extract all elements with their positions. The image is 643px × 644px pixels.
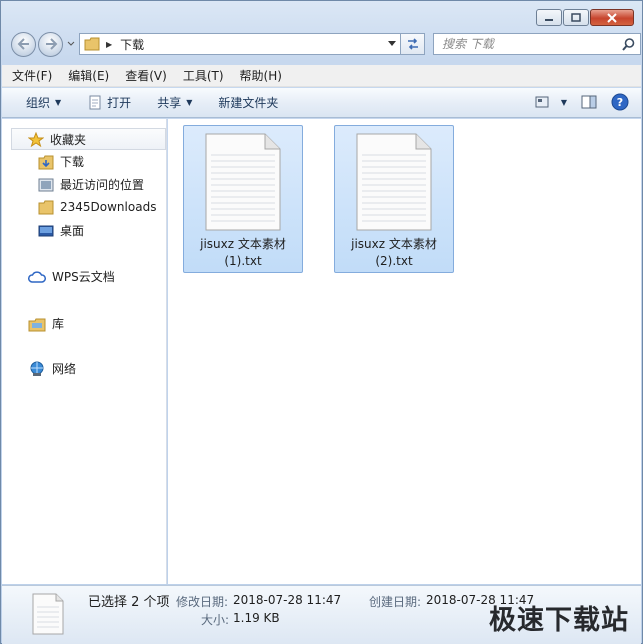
search-icon[interactable] — [622, 38, 635, 51]
nav-item-label: 最近访问的位置 — [60, 178, 145, 192]
open-button[interactable]: 打开 — [87, 94, 131, 111]
file-name: jisuxz 文本素材 (1).txt — [184, 236, 302, 270]
close-icon — [607, 12, 617, 23]
new-folder-label: 新建文件夹 — [218, 96, 279, 110]
chevron-down-icon — [67, 41, 75, 46]
file-list: jisuxz 文本素材 (1).txt jisuxz 文本素材 (2).txt — [168, 119, 641, 584]
menu-tools[interactable]: 工具(T) — [183, 67, 224, 84]
nav-library[interactable]: 库 — [28, 315, 64, 332]
navigation-pane: 收藏夹 下载 最近访问的位置 2345Downloads 桌面 WPS云文档 库… — [2, 119, 167, 584]
share-button[interactable]: 共享 ▼ — [157, 94, 192, 111]
details-pane: 已选择 2 个项 修改日期: 2018-07-28 11:47 创建日期: 20… — [2, 585, 641, 644]
nav-item-recent-places[interactable]: 最近访问的位置 — [38, 176, 144, 193]
nav-network-label: 网络 — [52, 362, 77, 376]
chevron-down-icon: ▼ — [186, 98, 193, 107]
star-icon — [28, 131, 44, 147]
organize-label: 组织 — [26, 96, 51, 110]
file-item[interactable]: jisuxz 文本素材 (2).txt — [334, 125, 454, 273]
modified-date-value: 2018-07-28 11:47 — [233, 593, 342, 607]
nav-item-label: 下载 — [60, 155, 85, 169]
maximize-icon — [571, 13, 581, 22]
search-box[interactable] — [433, 33, 641, 55]
chevron-down-icon[interactable]: ▼ — [561, 98, 567, 107]
view-options-icon — [535, 96, 549, 108]
forward-arrow-icon — [45, 38, 57, 50]
file-name-line: jisuxz 文本素材 — [200, 237, 286, 251]
library-icon — [28, 316, 46, 332]
menu-view[interactable]: 查看(V) — [125, 67, 167, 84]
address-dropdown-icon[interactable] — [388, 41, 396, 47]
nav-wps-label: WPS云文档 — [52, 270, 115, 284]
refresh-icon — [407, 38, 418, 50]
back-arrow-icon — [17, 38, 29, 50]
file-name-line: (1).txt — [224, 254, 262, 268]
chevron-down-icon: ▼ — [55, 98, 62, 107]
nav-item-label: 2345Downloads — [60, 200, 157, 214]
nav-item-2345downloads[interactable]: 2345Downloads — [38, 199, 156, 215]
nav-item-label: 桌面 — [60, 224, 85, 238]
search-input[interactable] — [442, 37, 612, 51]
download-folder-icon — [38, 154, 54, 170]
minimize-button[interactable] — [536, 9, 562, 26]
help-button[interactable]: ? — [611, 93, 629, 111]
organize-button[interactable]: 组织 ▼ — [26, 94, 61, 111]
back-button[interactable] — [11, 31, 36, 57]
new-folder-button[interactable]: 新建文件夹 — [218, 94, 278, 111]
folder-icon — [38, 199, 54, 215]
close-button[interactable] — [590, 9, 634, 26]
folder-icon — [84, 37, 100, 51]
file-name-line: (2).txt — [375, 254, 413, 268]
desktop-icon — [38, 223, 54, 239]
preview-pane-icon — [581, 95, 597, 109]
address-bar[interactable]: ▶ 下载 — [79, 33, 401, 55]
open-label: 打开 — [107, 96, 132, 110]
text-file-icon — [205, 133, 281, 231]
breadcrumb-current[interactable]: 下载 — [120, 36, 144, 53]
window-controls — [535, 9, 634, 26]
help-icon: ? — [611, 93, 629, 111]
size-label: 大小: — [201, 613, 230, 627]
open-icon — [89, 95, 101, 109]
nav-wps-cloud[interactable]: WPS云文档 — [28, 268, 115, 285]
explorer-window: ▶ 下载 文件(F) 编辑(E) 查看(V) 工具(T) 帮助(H) 组织 ▼ … — [0, 0, 643, 644]
menu-bar: 文件(F) 编辑(E) 查看(V) 工具(T) 帮助(H) — [2, 65, 641, 87]
nav-item-desktop[interactable]: 桌面 — [38, 222, 84, 239]
svg-text:?: ? — [617, 96, 623, 109]
size-value: 1.19 KB — [233, 611, 280, 625]
selection-count: 已选择 2 个项 — [88, 595, 170, 610]
navigation-row: ▶ 下载 — [11, 31, 641, 57]
maximize-button[interactable] — [563, 9, 589, 26]
watermark-text: 极速下载站 — [489, 605, 629, 636]
recent-places-icon — [38, 177, 54, 193]
nav-favorites[interactable]: 收藏夹 — [11, 128, 166, 150]
cloud-icon — [28, 270, 46, 284]
nav-favorites-label: 收藏夹 — [50, 132, 87, 147]
file-item[interactable]: jisuxz 文本素材 (1).txt — [183, 125, 303, 273]
nav-item-downloads[interactable]: 下载 — [38, 153, 84, 170]
menu-help[interactable]: 帮助(H) — [240, 67, 282, 84]
file-name-line: jisuxz 文本素材 — [351, 237, 437, 251]
recent-pages-dropdown[interactable] — [65, 31, 77, 57]
command-bar: 组织 ▼ 打开 共享 ▼ 新建文件夹 ▼ ? — [2, 88, 641, 118]
created-date-label: 创建日期: — [369, 595, 422, 609]
file-name: jisuxz 文本素材 (2).txt — [335, 236, 453, 270]
modified-date-label: 修改日期: — [176, 595, 229, 609]
menu-file[interactable]: 文件(F) — [12, 67, 52, 84]
text-file-icon — [32, 593, 64, 635]
view-controls: ▼ ? — [521, 93, 629, 111]
minimize-icon — [545, 18, 553, 21]
forward-button[interactable] — [38, 31, 63, 57]
nav-library-label: 库 — [52, 317, 65, 331]
share-label: 共享 — [157, 96, 182, 110]
refresh-button[interactable] — [401, 33, 425, 55]
preview-pane-button[interactable] — [581, 95, 597, 109]
nav-network[interactable]: 网络 — [28, 360, 76, 377]
text-file-icon — [356, 133, 432, 231]
breadcrumb-arrow-icon: ▶ — [106, 39, 113, 49]
menu-edit[interactable]: 编辑(E) — [68, 67, 109, 84]
change-view-button[interactable]: ▼ — [535, 96, 567, 108]
network-icon — [28, 361, 46, 377]
